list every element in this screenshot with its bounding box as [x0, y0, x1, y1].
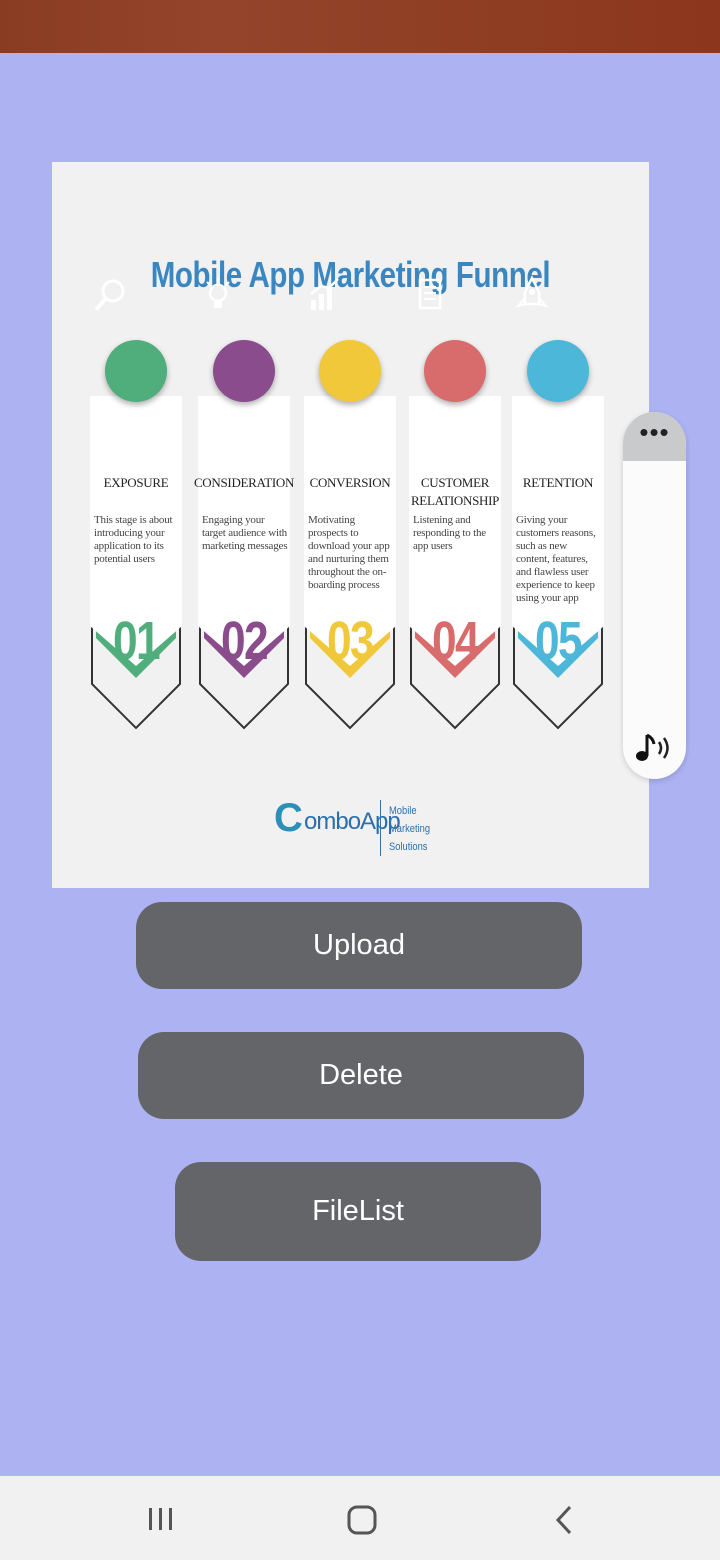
stage-card-retention: RETENTION Giving your customers reasons,…: [512, 275, 604, 730]
stage-description: Engaging your target audience with marke…: [202, 514, 288, 552]
music-speaker-icon[interactable]: [633, 730, 677, 766]
logo-tagline-line: Solutions: [389, 841, 428, 853]
home-icon[interactable]: [346, 1504, 378, 1536]
marketing-funnel-image: Mobile App Marketing Funnel EXPOSURE Thi…: [52, 162, 649, 888]
logo-mark: C: [274, 796, 303, 840]
stage-number: 01: [113, 611, 161, 671]
growth-chart-icon: [310, 278, 381, 402]
document-icon: [418, 278, 486, 402]
stage-description: Motivating prospects to download your ap…: [308, 514, 390, 591]
navigation-bar: [0, 1476, 720, 1560]
more-dots-icon[interactable]: •••: [623, 412, 686, 461]
stage-number: 03: [327, 611, 375, 671]
stage-description: This stage is about introducing your app…: [94, 514, 173, 565]
stage-card-customer-relationship: CUSTOMER RELATIONSHIP Listening and resp…: [409, 278, 501, 730]
stage-name: CONVERSION: [309, 475, 391, 490]
stage-number: 05: [535, 611, 583, 671]
stage-card-exposure: EXPOSURE This stage is about introducing…: [90, 279, 182, 730]
floating-side-panel: •••: [623, 412, 686, 779]
stage-card-conversion: CONVERSION Motivating prospects to downl…: [304, 278, 396, 730]
recents-icon[interactable]: [146, 1506, 176, 1532]
lightbulb-icon: [206, 278, 275, 402]
logo-tagline-line: Mobile: [389, 805, 417, 817]
stage-card-consideration: CONSIDERATION Engaging your target audie…: [194, 278, 294, 730]
back-icon[interactable]: [552, 1504, 576, 1536]
logo-divider: [380, 800, 381, 856]
logo-brand: omboApp: [304, 808, 401, 835]
stage-name: CONSIDERATION: [193, 475, 295, 490]
stage-description: Giving your customers reasons, such as n…: [516, 514, 596, 604]
logo-tagline: Mobile Marketing Solutions: [389, 802, 430, 856]
stage-description: Listening and responding to the app user…: [413, 514, 486, 552]
comboapp-logo: C omboApp Mobile Marketing Solutions: [274, 792, 454, 862]
stage-number: 02: [221, 611, 269, 671]
filelist-button[interactable]: FileList: [175, 1162, 541, 1261]
magnifier-icon: [94, 279, 167, 402]
stage-name: CUSTOMER RELATIONSHIP: [410, 475, 500, 508]
stage-name: EXPOSURE: [103, 475, 169, 490]
stage-number: 04: [432, 611, 480, 671]
rocket-icon: [515, 275, 589, 402]
delete-button[interactable]: Delete: [138, 1032, 584, 1119]
stage-name: RETENTION: [522, 475, 594, 490]
logo-tagline-line: Marketing: [389, 823, 431, 835]
upload-button[interactable]: Upload: [136, 902, 582, 989]
status-bar: [0, 0, 720, 53]
